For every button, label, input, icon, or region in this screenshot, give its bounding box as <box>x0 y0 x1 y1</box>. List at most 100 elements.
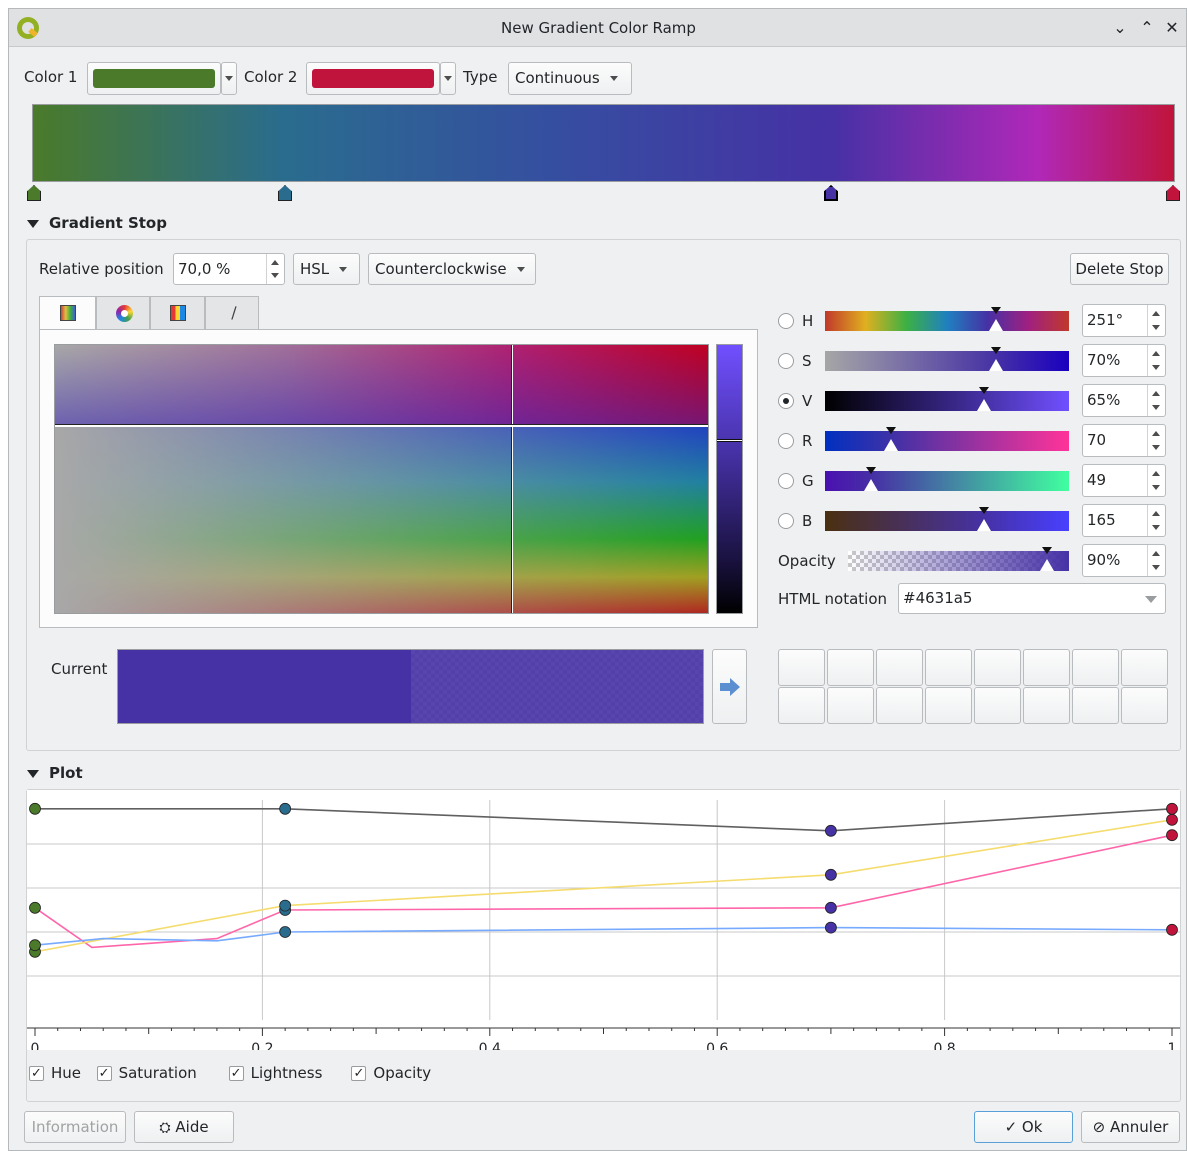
channel-slider-handle[interactable] <box>866 467 877 474</box>
gradient-stop-handle[interactable] <box>1166 185 1180 201</box>
tab-color-wheel[interactable] <box>96 296 150 329</box>
value-slider-handle[interactable] <box>717 439 742 442</box>
channel-slider-handle[interactable] <box>978 507 989 514</box>
spin-down-icon[interactable] <box>1152 525 1160 530</box>
swatch-button[interactable] <box>1121 687 1168 724</box>
color-box[interactable] <box>54 344 709 614</box>
hsl-plot[interactable]: 0 0,2 0,4 0,6 0,8 1 <box>27 790 1180 1050</box>
channel-slider-v[interactable] <box>825 387 1069 411</box>
channel-spinbox-s[interactable]: 70% <box>1082 344 1166 377</box>
swatch-button[interactable] <box>1121 649 1168 686</box>
plot-header[interactable]: Plot <box>27 764 83 782</box>
channel-slider-s[interactable] <box>825 347 1069 371</box>
channel-radio-r[interactable] <box>778 433 794 449</box>
tab-color-ramp[interactable] <box>39 296 96 329</box>
opacity-slider[interactable] <box>848 547 1069 571</box>
help-button[interactable]: ⛭ Aide <box>134 1111 234 1143</box>
tab-eyedropper[interactable]: ∕ <box>205 296 259 329</box>
gradient-stop-handle[interactable] <box>278 185 292 201</box>
gradient-stop-handle[interactable] <box>27 185 41 201</box>
swatch-button[interactable] <box>1023 649 1070 686</box>
swatch-button[interactable] <box>1023 687 1070 724</box>
channel-slider-handle[interactable] <box>990 347 1001 354</box>
ok-button[interactable]: ✓ Ok <box>974 1111 1073 1143</box>
channel-slider-handle[interactable] <box>990 307 1001 314</box>
spin-down-icon[interactable] <box>1152 405 1160 410</box>
spin-up-icon[interactable] <box>1152 391 1160 396</box>
spin-up-icon[interactable] <box>1152 551 1160 556</box>
color-spec-select[interactable]: HSL <box>293 253 360 285</box>
html-notation-label: HTML notation <box>778 590 887 608</box>
tab-swatches[interactable] <box>150 296 205 329</box>
spin-down-icon[interactable] <box>1152 365 1160 370</box>
close-icon[interactable]: ✕ <box>1161 17 1183 39</box>
swatch-button[interactable] <box>1072 649 1119 686</box>
gradient-preview[interactable] <box>32 104 1175 182</box>
channel-spinbox-b[interactable]: 165 <box>1082 504 1166 537</box>
channel-slider-handle[interactable] <box>978 387 989 394</box>
gradient-stop-header[interactable]: Gradient Stop <box>27 214 167 232</box>
swatch-button[interactable] <box>827 687 874 724</box>
channel-slider-r[interactable] <box>825 427 1069 451</box>
channel-slider-handle[interactable] <box>885 427 896 434</box>
minimize-icon[interactable]: ⌄ <box>1109 17 1131 39</box>
swatch-button[interactable] <box>876 649 923 686</box>
channel-slider-b[interactable] <box>825 507 1069 531</box>
cancel-button[interactable]: ⊘ Annuler <box>1081 1111 1180 1143</box>
channel-spinbox-h[interactable]: 251° <box>1082 304 1166 337</box>
channel-radio-h[interactable] <box>778 313 794 329</box>
spin-down-icon[interactable] <box>1152 565 1160 570</box>
information-button[interactable]: Information <box>24 1111 126 1143</box>
spin-up-icon[interactable] <box>271 260 279 265</box>
swatch-button[interactable] <box>974 687 1021 724</box>
swatch-button[interactable] <box>925 649 972 686</box>
channel-spinbox-r[interactable]: 70 <box>1082 424 1166 457</box>
spin-down-icon[interactable] <box>1152 485 1160 490</box>
value-slider[interactable] <box>716 344 743 614</box>
spin-down-icon[interactable] <box>1152 325 1160 330</box>
apply-color-button[interactable] <box>712 649 747 724</box>
opacity-spinbox[interactable]: 90% <box>1082 544 1166 577</box>
direction-select[interactable]: Counterclockwise <box>368 253 536 285</box>
swatch-button[interactable] <box>876 687 923 724</box>
checkbox-hue[interactable]: ✓ <box>29 1066 44 1081</box>
color2-dropdown[interactable] <box>440 62 456 95</box>
delete-stop-button[interactable]: Delete Stop <box>1070 253 1169 285</box>
gradient-stop-handle[interactable] <box>824 185 838 201</box>
swatch-button[interactable] <box>1072 687 1119 724</box>
swatch-button[interactable] <box>925 687 972 724</box>
opacity-slider-handle[interactable] <box>1041 547 1052 554</box>
spin-up-icon[interactable] <box>1152 311 1160 316</box>
checkbox-lightness[interactable]: ✓ <box>228 1066 244 1081</box>
spin-up-icon[interactable] <box>1152 431 1160 436</box>
channel-spinbox-v[interactable]: 65% <box>1082 384 1166 417</box>
spin-down-icon[interactable] <box>271 273 279 278</box>
color1-button[interactable] <box>87 62 221 95</box>
eyedropper-tab-icon: ∕ <box>231 303 237 322</box>
channel-radio-v[interactable] <box>778 393 794 409</box>
swatch-button[interactable] <box>778 687 825 724</box>
channel-slider-g[interactable] <box>825 467 1069 491</box>
swatch-button[interactable] <box>778 649 825 686</box>
channel-slider-h[interactable] <box>825 307 1069 331</box>
spin-up-icon[interactable] <box>1152 511 1160 516</box>
spin-down-icon[interactable] <box>1152 445 1160 450</box>
swatch-button[interactable] <box>827 649 874 686</box>
checkbox-opacity[interactable]: ✓ <box>351 1066 367 1081</box>
channel-radio-s[interactable] <box>778 353 794 369</box>
relative-position-spinbox[interactable]: 70,0 % <box>173 253 285 285</box>
html-notation-field[interactable]: #4631a5 <box>898 583 1166 614</box>
spin-up-icon[interactable] <box>1152 471 1160 476</box>
swatch-button[interactable] <box>974 649 1021 686</box>
maximize-icon[interactable]: ⌃ <box>1136 17 1158 39</box>
channel-spinbox-g[interactable]: 49 <box>1082 464 1166 497</box>
color1-dropdown[interactable] <box>221 62 237 95</box>
spin-up-icon[interactable] <box>1152 351 1160 356</box>
channel-radio-b[interactable] <box>778 513 794 529</box>
checkbox-saturation[interactable]: ✓ <box>96 1066 112 1081</box>
gradient-stops-bar[interactable] <box>27 185 1180 205</box>
channel-radio-g[interactable] <box>778 473 794 489</box>
color2-button[interactable] <box>306 62 440 95</box>
chevron-down-icon[interactable] <box>1145 596 1157 603</box>
type-select[interactable]: Continuous <box>508 62 632 95</box>
